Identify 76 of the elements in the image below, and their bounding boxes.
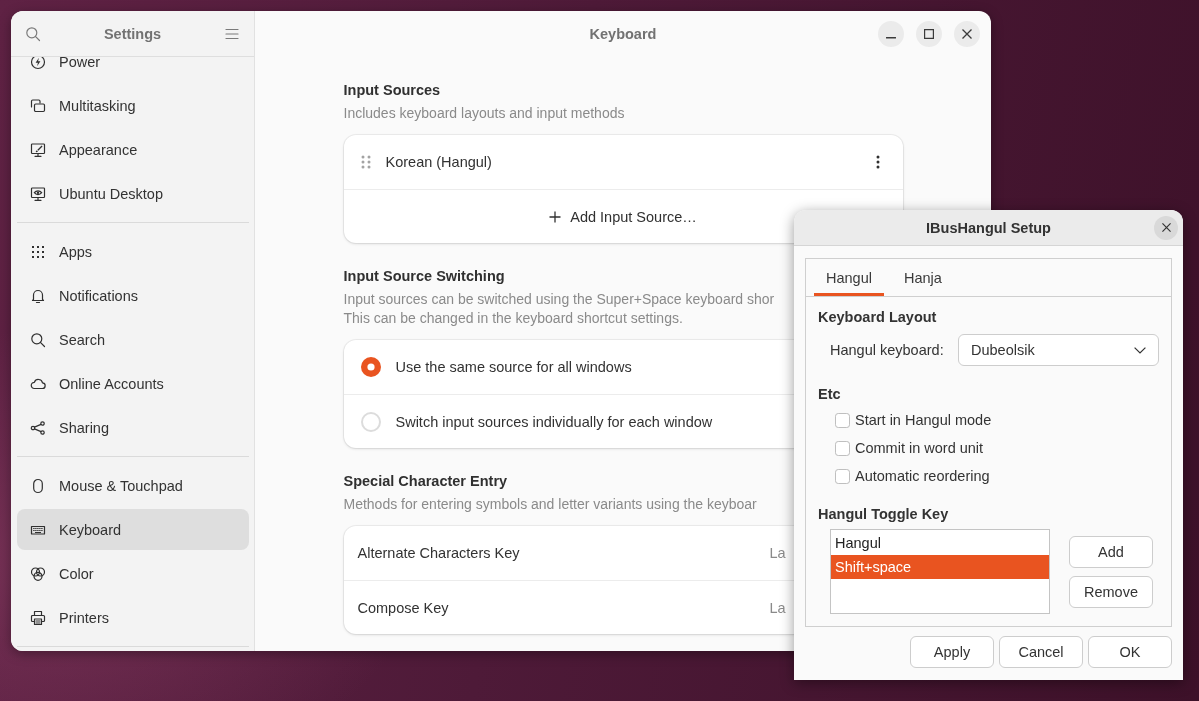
sidebar-item[interactable]: Keyboard (17, 509, 249, 550)
close-icon (1161, 223, 1171, 232)
close-icon (962, 29, 972, 39)
checkbox-label: Automatic reordering (855, 468, 990, 484)
remove-button[interactable]: Remove (1069, 576, 1153, 608)
sidebar-item[interactable]: Online Accounts (17, 363, 249, 404)
lightning-bolt-icon (30, 57, 46, 70)
apply-button[interactable]: Apply (910, 636, 994, 668)
add-input-source-button[interactable]: Add Input Source… (549, 208, 697, 225)
checkbox-label: Start in Hangul mode (855, 412, 992, 428)
more-options-icon[interactable] (875, 155, 880, 169)
search-icon (30, 331, 46, 348)
section-description: Input sources can be switched using the Super+Space keyboard shor This can be changed in the keyboard shortcut settings. (343, 290, 775, 328)
close-button[interactable] (954, 21, 980, 47)
section-description: Includes keyboard layouts and input methods (343, 104, 625, 123)
list-item[interactable]: Hangul (831, 531, 1049, 555)
radio-button[interactable] (360, 411, 381, 432)
radio-label: Use the same source for all windows (395, 359, 632, 375)
ok-button[interactable]: OK (1088, 636, 1172, 668)
minimize-button[interactable] (878, 21, 904, 47)
cancel-button[interactable]: Cancel (999, 636, 1083, 668)
monitor-eye-icon (30, 185, 46, 202)
tab[interactable]: Hanja (891, 259, 954, 296)
mouse-icon (30, 477, 46, 494)
sidebar-item[interactable]: Printers (17, 597, 249, 638)
close-button[interactable] (1154, 215, 1178, 240)
window-title: Keyboard (589, 26, 657, 42)
group-heading: Keyboard Layout (818, 308, 937, 327)
maximize-button[interactable] (916, 21, 942, 47)
sidebar-item[interactable]: Search (17, 319, 249, 360)
sidebar-item[interactable]: Power (17, 57, 249, 82)
sidebar-item[interactable]: Multitasking (17, 85, 249, 126)
search-icon[interactable] (25, 25, 41, 42)
setting-label: Alternate Characters Key (357, 545, 520, 561)
list-item[interactable]: Shift+space (831, 555, 1049, 579)
keyboard-dropdown[interactable]: Dubeolsik (958, 334, 1159, 366)
tab[interactable]: Hangul (814, 259, 884, 296)
bell-icon (30, 287, 46, 304)
share-icon (30, 419, 46, 436)
sidebar-item[interactable]: Notifications (17, 275, 249, 316)
windows-icon (30, 97, 46, 114)
color-circles-icon (30, 565, 46, 582)
maximize-icon (924, 29, 934, 39)
add-button[interactable]: Add (1069, 536, 1153, 568)
drag-handle-icon[interactable] (360, 155, 371, 169)
group-heading: Etc (818, 385, 841, 404)
minimize-icon (886, 37, 896, 39)
monitor-brush-icon (30, 141, 46, 158)
sidebar-item[interactable]: Ubuntu Desktop (17, 173, 249, 214)
printer-icon (30, 609, 46, 626)
setting-label: Compose Key (357, 599, 449, 616)
radio-button[interactable] (360, 357, 381, 377)
grid-icon (30, 243, 46, 260)
checkbox[interactable] (835, 468, 850, 484)
sidebar-item[interactable]: Sharing (17, 407, 249, 448)
sidebar-item[interactable]: Apps (17, 231, 249, 272)
section-heading: Input Source Switching (343, 267, 505, 286)
checkbox-label: Commit in word unit (855, 440, 984, 456)
sidebar-item[interactable]: Mouse & Touchpad (17, 465, 249, 506)
section-heading: Special Character Entry (343, 472, 508, 491)
plus-icon (549, 210, 562, 223)
group-heading: Hangul Toggle Key (818, 505, 949, 524)
input-source-name: Korean (Hangul) (385, 154, 492, 170)
sidebar-item[interactable]: Appearance (17, 129, 249, 170)
chevron-down-icon (1134, 346, 1146, 354)
checkbox[interactable] (835, 440, 850, 456)
sidebar-title: Settings (103, 25, 162, 42)
section-description: Methods for entering symbols and letter variants using the keyboar (343, 495, 757, 514)
section-heading: Input Sources (343, 81, 441, 100)
field-label: Hangul keyboard: (830, 342, 944, 358)
setting-value: La (769, 599, 786, 616)
sidebar-item[interactable]: Color (17, 553, 249, 594)
dialog-title: IBusHangul Setup (926, 219, 1051, 236)
checkbox[interactable] (835, 412, 850, 428)
radio-label: Switch input sources individually for each window (395, 413, 713, 430)
setting-value: La (769, 545, 786, 561)
